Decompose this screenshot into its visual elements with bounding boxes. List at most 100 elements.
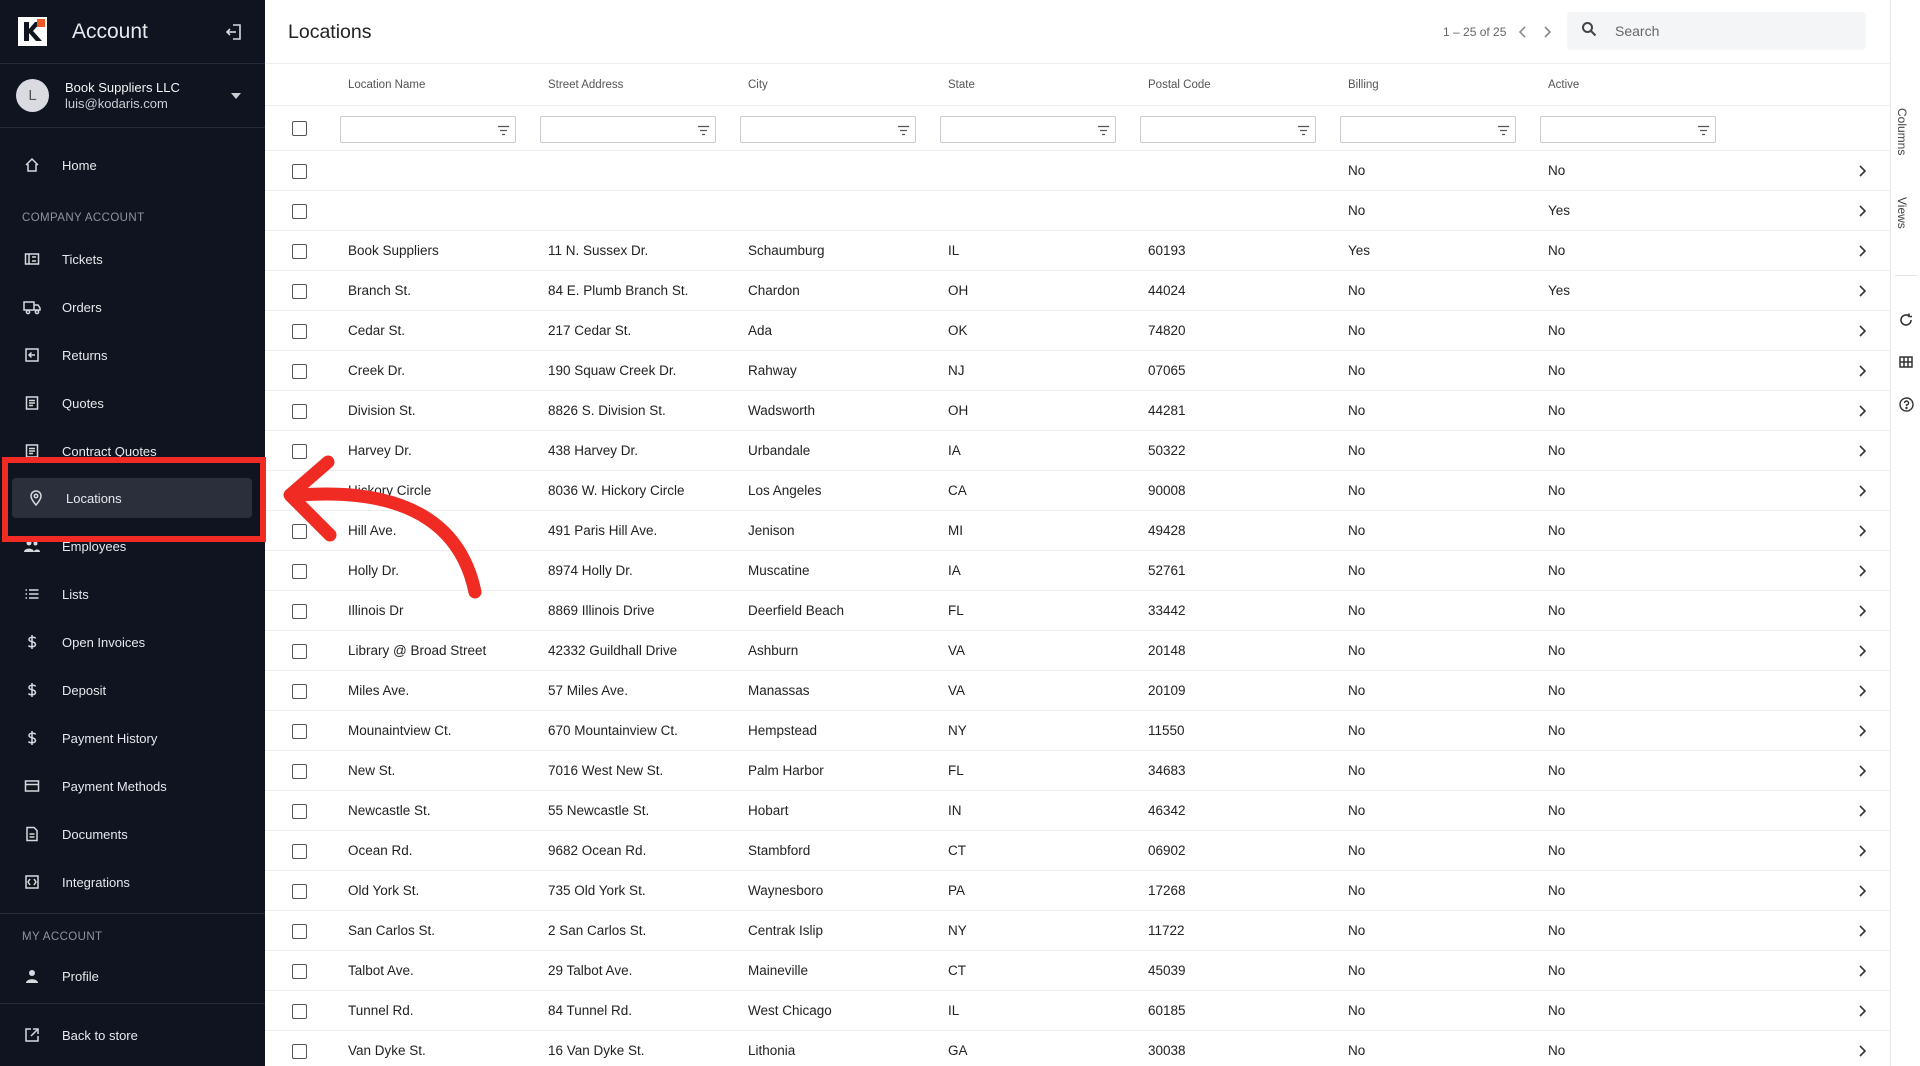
chevron-right-icon[interactable] (1855, 644, 1869, 658)
chevron-right-icon[interactable] (1855, 444, 1869, 458)
row-checkbox[interactable] (292, 764, 307, 779)
row-checkbox[interactable] (292, 484, 307, 499)
row-checkbox[interactable] (292, 364, 307, 379)
sidebar-item-tickets[interactable]: Tickets (0, 239, 265, 279)
table-row[interactable]: Illinois Dr 8869 Illinois Drive Deerfield … (265, 591, 1890, 631)
search-input[interactable] (1615, 23, 1855, 39)
sidebar-item-profile[interactable]: Profile (0, 956, 265, 996)
sidebar-item-integrations[interactable]: Integrations (0, 862, 265, 902)
chevron-right-icon[interactable] (1855, 484, 1869, 498)
row-checkbox[interactable] (292, 1044, 307, 1059)
chevron-right-icon[interactable] (1855, 564, 1869, 578)
chevron-right-icon[interactable] (1855, 284, 1869, 298)
sidebar-item-quotes[interactable]: Quotes (0, 383, 265, 423)
row-checkbox[interactable] (292, 684, 307, 699)
chevron-right-icon[interactable] (1855, 764, 1869, 778)
table-row[interactable]: Branch St. 84 E. Plumb Branch St. Chardon O… (265, 271, 1890, 311)
row-checkbox[interactable] (292, 604, 307, 619)
account-switcher[interactable]: L Book Suppliers LLC luis@kodaris.com (0, 64, 265, 128)
sidebar-item-back-to-store[interactable]: Back to store (0, 1015, 265, 1055)
table-row[interactable]: New St. 7016 West New St. Palm Harbor FL 346… (265, 751, 1890, 791)
chevron-right-icon[interactable] (1855, 524, 1869, 538)
column-filter-input[interactable] (1340, 116, 1516, 143)
column-filter-input[interactable] (740, 116, 916, 143)
row-checkbox[interactable] (292, 204, 307, 219)
row-checkbox[interactable] (292, 644, 307, 659)
column-header[interactable]: Billing (1348, 64, 1379, 104)
chevron-right-icon[interactable] (1855, 964, 1869, 978)
row-checkbox[interactable] (292, 924, 307, 939)
column-header[interactable]: Street Address (548, 64, 623, 104)
column-header[interactable]: City (748, 64, 768, 104)
filter-icon[interactable] (1497, 123, 1510, 141)
row-checkbox[interactable] (292, 884, 307, 899)
table-row[interactable]: Division St. 8826 S. Division St. Wadswort… (265, 391, 1890, 431)
row-checkbox[interactable] (292, 324, 307, 339)
filter-icon[interactable] (1697, 123, 1710, 141)
column-filter-input[interactable] (340, 116, 516, 143)
row-checkbox[interactable] (292, 724, 307, 739)
table-row[interactable]: Creek Dr. 190 Squaw Creek Dr. Rahway NJ 0706… (265, 351, 1890, 391)
sidebar-item-documents[interactable]: Documents (0, 814, 265, 854)
sidebar-item-returns[interactable]: Returns (0, 335, 265, 375)
chevron-right-icon[interactable] (1855, 804, 1869, 818)
filter-icon[interactable] (897, 123, 910, 141)
column-filter-input[interactable] (940, 116, 1116, 143)
columns-tab[interactable]: Columns (1895, 108, 1909, 155)
table-row[interactable]: No Yes (265, 191, 1890, 231)
table-row[interactable]: Newcastle St. 55 Newcastle St. Hobart IN 463… (265, 791, 1890, 831)
table-row[interactable]: Library @ Broad Street 42332 Guildhall Dr… (265, 631, 1890, 671)
sidebar-item-deposit[interactable]: Deposit (0, 670, 265, 710)
sidebar-item-home[interactable]: Home (0, 145, 265, 185)
table-row[interactable]: Hill Ave. 491 Paris Hill Ave. Jenison MI 494… (265, 511, 1890, 551)
table-row[interactable]: Holly Dr. 8974 Holly Dr. Muscatine IA 52761 N… (265, 551, 1890, 591)
row-checkbox[interactable] (292, 284, 307, 299)
column-filter-input[interactable] (1540, 116, 1716, 143)
column-header[interactable]: Postal Code (1148, 64, 1211, 104)
grid-icon[interactable] (1898, 354, 1914, 370)
table-row[interactable]: Talbot Ave. 29 Talbot Ave. Maineville CT 450… (265, 951, 1890, 991)
chevron-right-icon[interactable] (1855, 244, 1869, 258)
table-row[interactable]: Cedar St. 217 Cedar St. Ada OK 74820 No No (265, 311, 1890, 351)
row-checkbox[interactable] (292, 564, 307, 579)
chevron-right-icon[interactable] (1855, 164, 1869, 178)
table-row[interactable]: Book Suppliers 11 N. Sussex Dr. Schaumburg… (265, 231, 1890, 271)
sidebar-item-lists[interactable]: Lists (0, 574, 265, 614)
column-header[interactable]: Active (1548, 64, 1579, 104)
sidebar-item-orders[interactable]: Orders (0, 287, 265, 327)
refresh-icon[interactable] (1898, 312, 1914, 328)
row-checkbox[interactable] (292, 404, 307, 419)
row-checkbox[interactable] (292, 444, 307, 459)
chevron-left-icon[interactable] (1516, 24, 1530, 40)
sidebar-item-contract-quotes[interactable]: Contract Quotes (0, 431, 265, 471)
kodaris-logo[interactable] (18, 17, 47, 46)
chevron-right-icon[interactable] (1855, 364, 1869, 378)
table-row[interactable]: Van Dyke St. 16 Van Dyke St. Lithonia GA 300… (265, 1031, 1890, 1066)
help-icon[interactable] (1898, 396, 1914, 412)
row-checkbox[interactable] (292, 844, 307, 859)
chevron-right-icon[interactable] (1855, 404, 1869, 418)
table-row[interactable]: San Carlos St. 2 San Carlos St. Centrak Is… (265, 911, 1890, 951)
column-header[interactable]: Location Name (348, 64, 425, 104)
chevron-right-icon[interactable] (1855, 604, 1869, 618)
chevron-right-icon[interactable] (1855, 1004, 1869, 1018)
views-tab[interactable]: Views (1895, 197, 1909, 229)
table-row[interactable]: Miles Ave. 57 Miles Ave. Manassas VA 20109 No… (265, 671, 1890, 711)
column-header[interactable]: State (948, 64, 975, 104)
chevron-down-icon[interactable] (231, 92, 241, 99)
table-row[interactable]: Tunnel Rd. 84 Tunnel Rd. West Chicago IL 601… (265, 991, 1890, 1031)
table-row[interactable]: Harvey Dr. 438 Harvey Dr. Urbandale IA 50322… (265, 431, 1890, 471)
filter-icon[interactable] (497, 123, 510, 141)
row-checkbox[interactable] (292, 524, 307, 539)
filter-icon[interactable] (1097, 123, 1110, 141)
row-checkbox[interactable] (292, 1004, 307, 1019)
select-all-checkbox[interactable] (292, 121, 307, 136)
chevron-right-icon[interactable] (1855, 204, 1869, 218)
chevron-right-icon[interactable] (1540, 24, 1554, 40)
filter-icon[interactable] (1297, 123, 1310, 141)
chevron-right-icon[interactable] (1855, 684, 1869, 698)
sidebar-item-employees[interactable]: Employees (0, 526, 265, 566)
column-filter-input[interactable] (1140, 116, 1316, 143)
table-row[interactable]: Mounaintview Ct. 670 Mountainview Ct. Hemp… (265, 711, 1890, 751)
chevron-right-icon[interactable] (1855, 724, 1869, 738)
